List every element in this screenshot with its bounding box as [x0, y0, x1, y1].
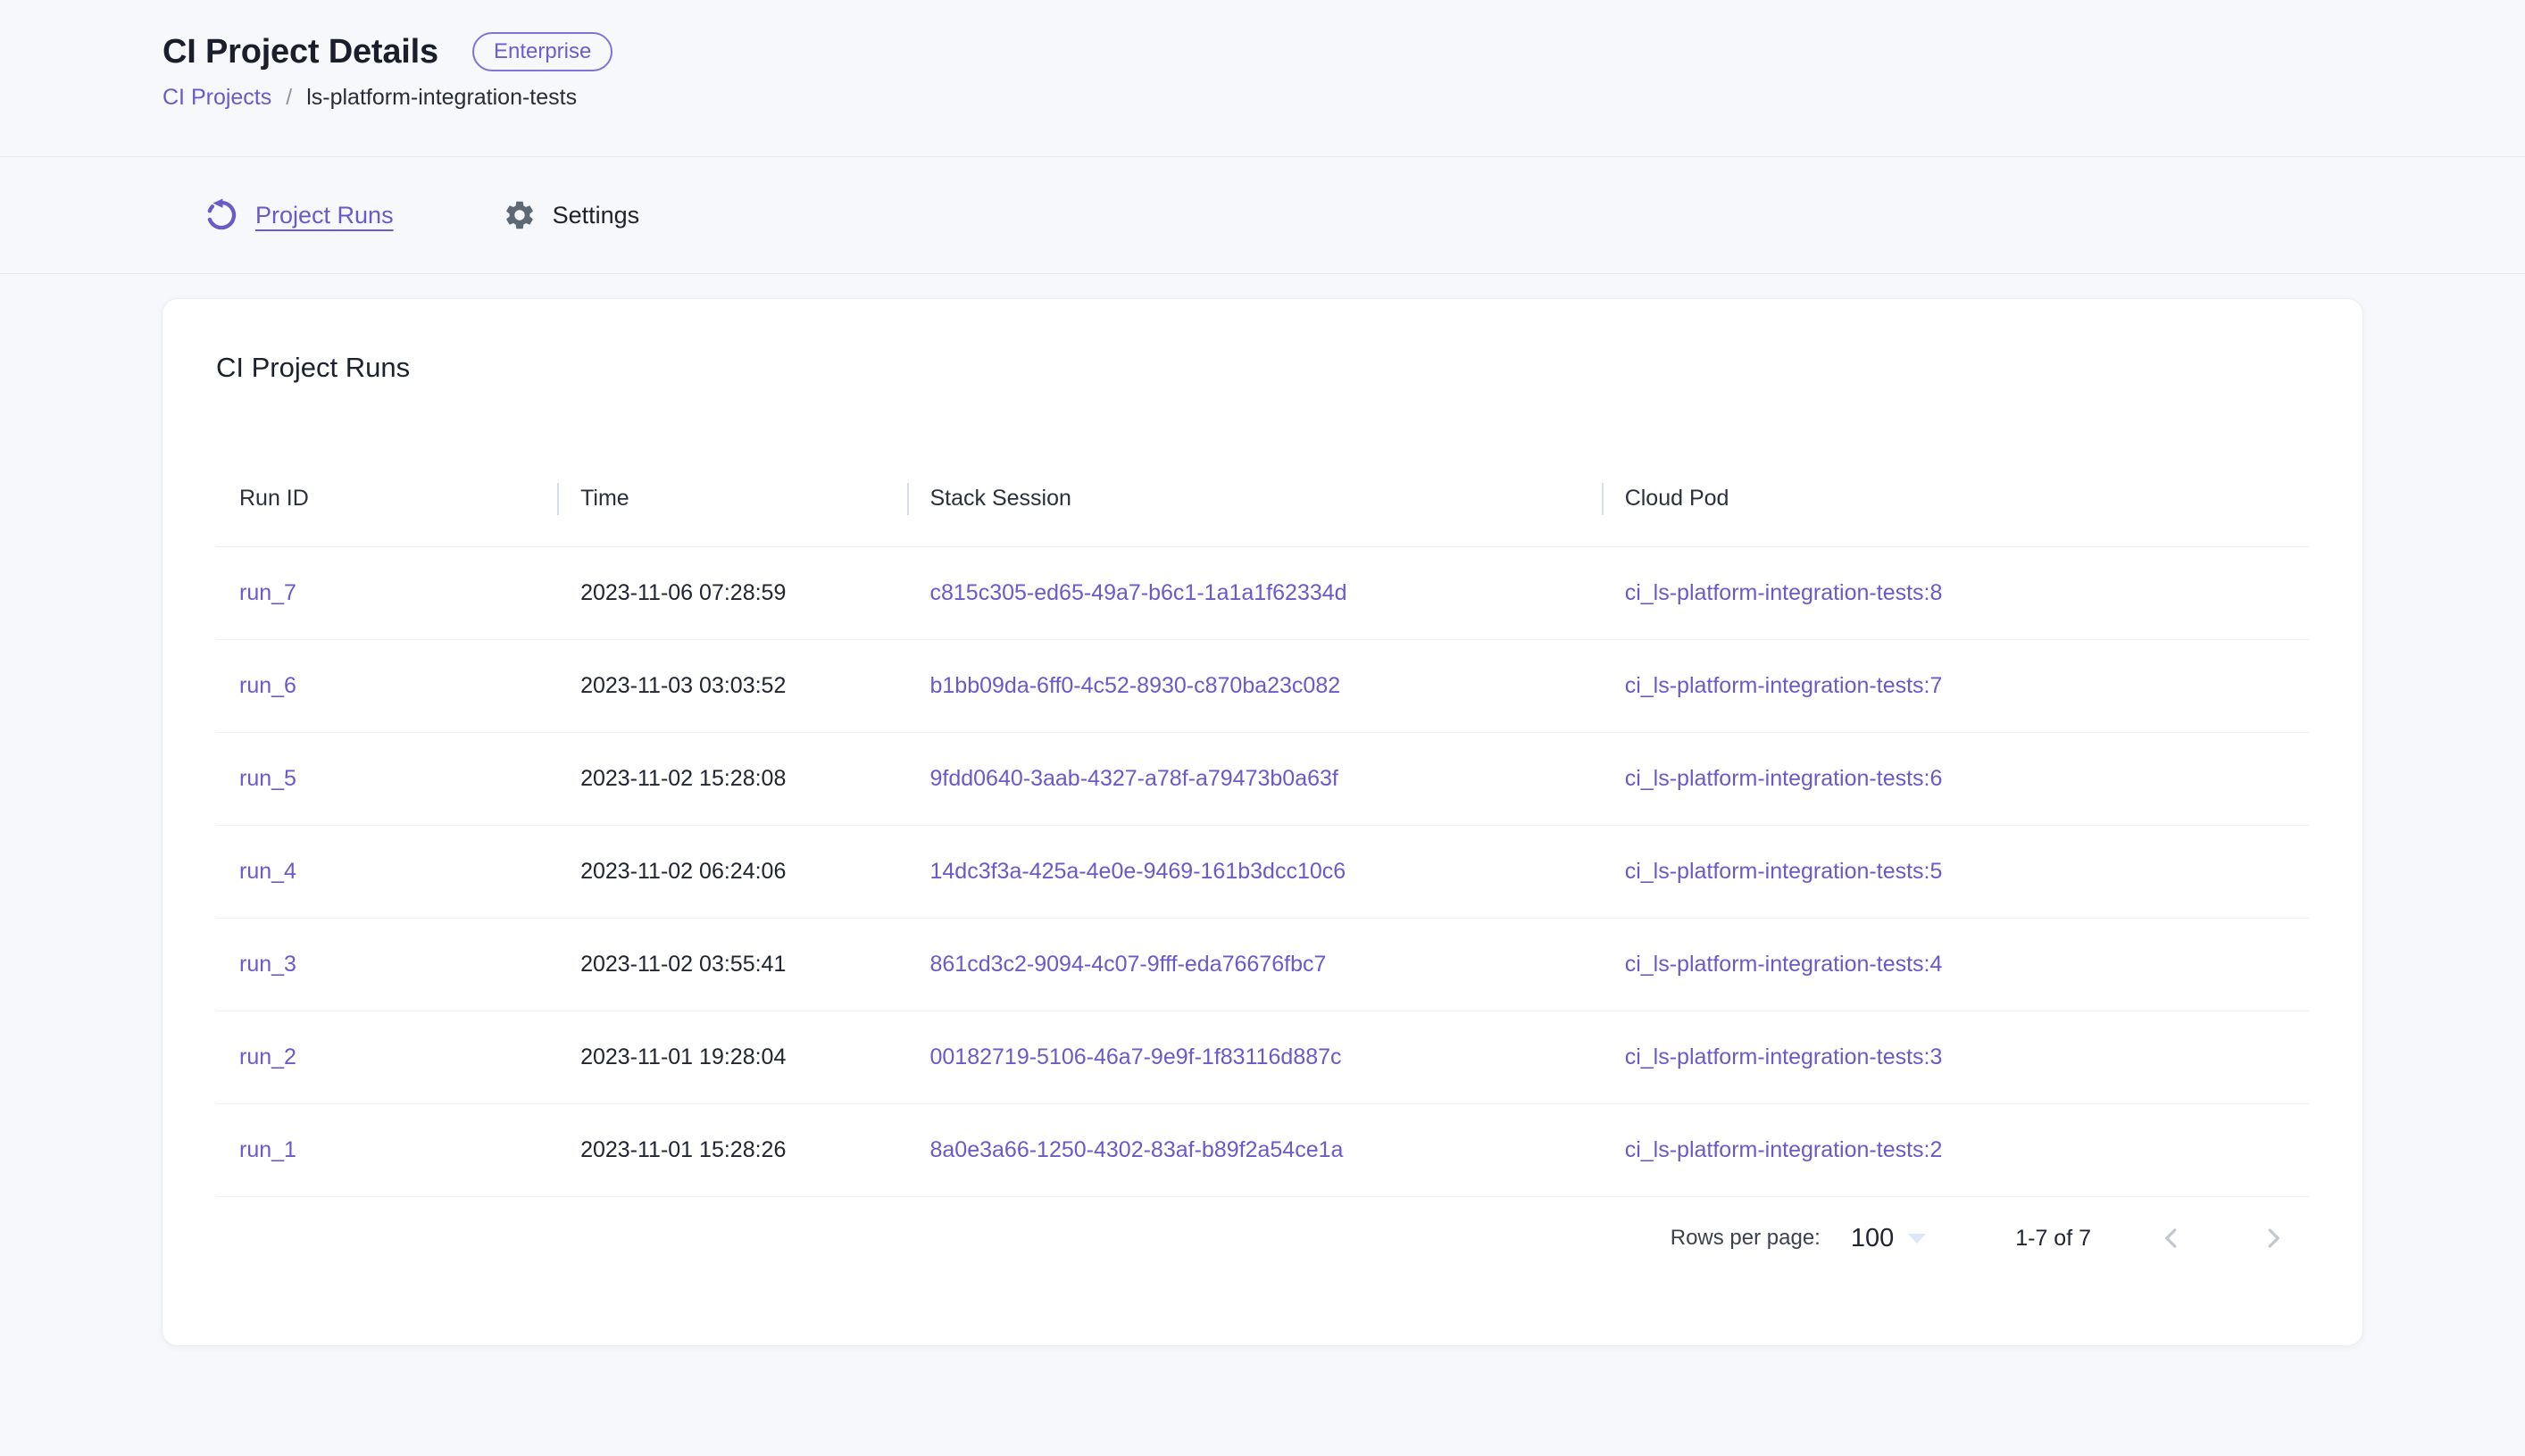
table-row: run_4 2023-11-02 06:24:06 14dc3f3a-425a-…: [216, 826, 2309, 919]
time-cell: 2023-11-06 07:28:59: [580, 580, 786, 605]
page-header: CI Project Details Enterprise CI Project…: [0, 0, 2525, 157]
cloud-pod-link[interactable]: ci_ls-platform-integration-tests:7: [1625, 673, 1943, 698]
pagination-next-button[interactable]: [2252, 1217, 2295, 1260]
rows-per-page-value: 100: [1851, 1224, 1894, 1253]
pagination-prev-button[interactable]: [2150, 1217, 2193, 1260]
table-row: run_6 2023-11-03 03:03:52 b1bb09da-6ff0-…: [216, 640, 2309, 733]
column-header-stack-session: Stack Session: [907, 486, 1602, 512]
tab-settings[interactable]: Settings: [503, 198, 640, 232]
run-id-link[interactable]: run_5: [239, 766, 296, 791]
table-row: run_5 2023-11-02 15:28:08 9fdd0640-3aab-…: [216, 733, 2309, 826]
pagination: Rows per page: 100 1-7 of 7: [216, 1210, 2309, 1267]
page-title: CI Project Details: [162, 30, 438, 73]
chevron-left-icon: [2155, 1222, 2188, 1254]
breadcrumb-link-ci-projects[interactable]: CI Projects: [162, 84, 271, 111]
run-id-link[interactable]: run_7: [239, 580, 296, 605]
column-header-cloud-pod: Cloud Pod: [1602, 486, 2309, 512]
column-header-run-id: Run ID: [216, 486, 557, 512]
tab-project-runs-label: Project Runs: [255, 202, 394, 229]
run-id-link[interactable]: run_2: [239, 1044, 296, 1069]
time-cell: 2023-11-02 15:28:08: [580, 766, 786, 791]
breadcrumb-separator: /: [286, 84, 292, 111]
cloud-pod-link[interactable]: ci_ls-platform-integration-tests:8: [1625, 580, 1943, 605]
time-cell: 2023-11-02 03:55:41: [580, 952, 786, 977]
history-icon: [204, 197, 239, 233]
time-cell: 2023-11-01 19:28:04: [580, 1044, 786, 1069]
runs-card: CI Project Runs Run ID Time Stack Sessio…: [162, 298, 2363, 1346]
table-row: run_1 2023-11-01 15:28:26 8a0e3a66-1250-…: [216, 1104, 2309, 1197]
breadcrumb-current: ls-platform-integration-tests: [306, 84, 577, 111]
breadcrumb: CI Projects / ls-platform-integration-te…: [162, 84, 2525, 111]
table-header: Run ID Time Stack Session Cloud Pod: [216, 451, 2309, 547]
rows-per-page-label: Rows per page:: [1671, 1226, 1821, 1251]
table-row: run_7 2023-11-06 07:28:59 c815c305-ed65-…: [216, 547, 2309, 640]
stack-session-link[interactable]: 14dc3f3a-425a-4e0e-9469-161b3dcc10c6: [930, 859, 1346, 884]
time-cell: 2023-11-03 03:03:52: [580, 673, 786, 698]
dropdown-caret-icon: [1908, 1234, 1926, 1244]
title-row: CI Project Details Enterprise: [162, 30, 2525, 73]
cloud-pod-link[interactable]: ci_ls-platform-integration-tests:3: [1625, 1044, 1943, 1069]
cloud-pod-link[interactable]: ci_ls-platform-integration-tests:2: [1625, 1137, 1943, 1162]
cloud-pod-link[interactable]: ci_ls-platform-integration-tests:4: [1625, 952, 1943, 977]
cloud-pod-link[interactable]: ci_ls-platform-integration-tests:5: [1625, 859, 1943, 884]
stack-session-link[interactable]: 00182719-5106-46a7-9e9f-1f83116d887c: [930, 1044, 1342, 1069]
tab-bar: Project Runs Settings: [0, 157, 2525, 274]
ci-project-details-page: CI Project Details Enterprise CI Project…: [0, 0, 2525, 1456]
run-id-link[interactable]: run_6: [239, 673, 296, 698]
run-id-link[interactable]: run_3: [239, 952, 296, 977]
column-header-time: Time: [557, 486, 906, 512]
pagination-range: 1-7 of 7: [2015, 1226, 2091, 1252]
runs-table: Run ID Time Stack Session Cloud Pod run_…: [216, 451, 2309, 1197]
stack-session-link[interactable]: 8a0e3a66-1250-4302-83af-b89f2a54ce1a: [930, 1137, 1344, 1162]
time-cell: 2023-11-01 15:28:26: [580, 1137, 786, 1162]
stack-session-link[interactable]: b1bb09da-6ff0-4c52-8930-c870ba23c082: [930, 673, 1341, 698]
table-body: run_7 2023-11-06 07:28:59 c815c305-ed65-…: [216, 547, 2309, 1197]
tab-project-runs[interactable]: Project Runs: [204, 197, 394, 233]
table-row: run_2 2023-11-01 19:28:04 00182719-5106-…: [216, 1011, 2309, 1104]
run-id-link[interactable]: run_1: [239, 1137, 296, 1162]
card-title: CI Project Runs: [216, 349, 2309, 387]
enterprise-badge: Enterprise: [472, 32, 612, 71]
stack-session-link[interactable]: c815c305-ed65-49a7-b6c1-1a1a1f62334d: [930, 580, 1347, 605]
tab-settings-label: Settings: [553, 202, 640, 229]
rows-per-page-select[interactable]: 100: [1851, 1224, 1926, 1253]
time-cell: 2023-11-02 06:24:06: [580, 859, 786, 884]
gear-icon: [503, 198, 537, 232]
stack-session-link[interactable]: 9fdd0640-3aab-4327-a78f-a79473b0a63f: [930, 766, 1338, 791]
table-row: run_3 2023-11-02 03:55:41 861cd3c2-9094-…: [216, 919, 2309, 1011]
chevron-right-icon: [2257, 1222, 2289, 1254]
stack-session-link[interactable]: 861cd3c2-9094-4c07-9fff-eda76676fbc7: [930, 952, 1327, 977]
cloud-pod-link[interactable]: ci_ls-platform-integration-tests:6: [1625, 766, 1943, 791]
run-id-link[interactable]: run_4: [239, 859, 296, 884]
